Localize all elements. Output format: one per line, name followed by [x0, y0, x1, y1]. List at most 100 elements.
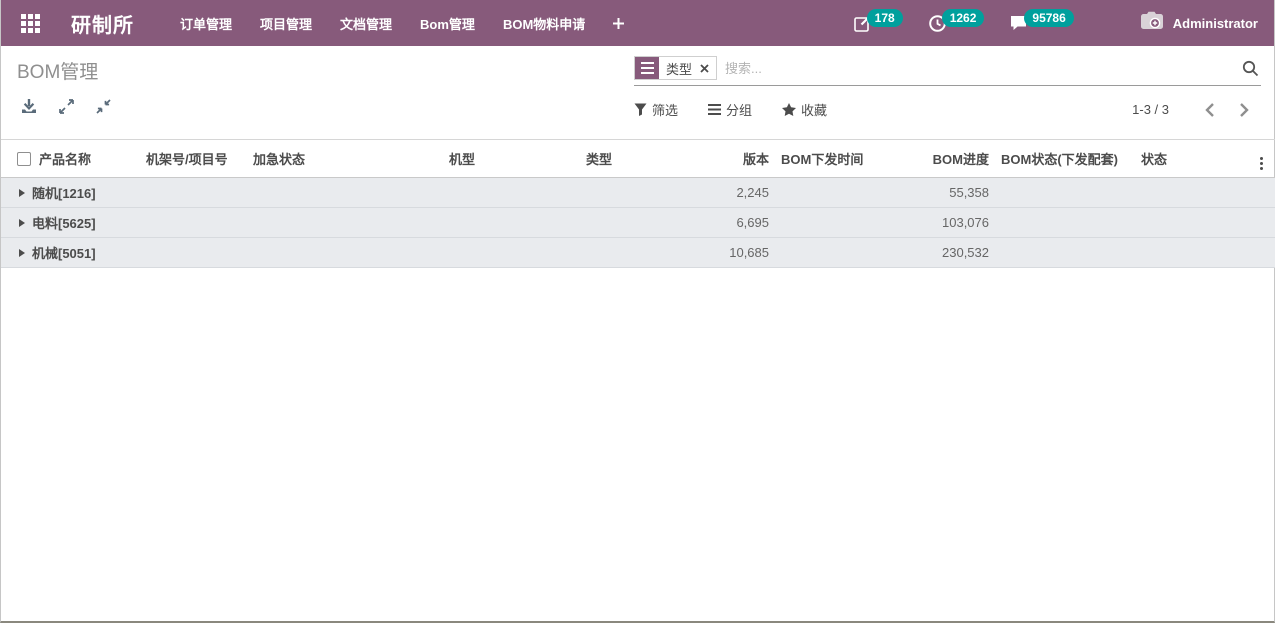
filters-label: 筛选: [652, 100, 678, 119]
chevron-left-icon: [1205, 103, 1215, 117]
group-progress-total: 103,076: [911, 208, 1001, 238]
group-name: 机械[5051]: [1, 243, 706, 262]
search-panel: 类型 筛选: [634, 56, 1261, 119]
select-all-checkbox[interactable]: [17, 152, 31, 166]
column-header-issue-time[interactable]: BOM下发时间: [781, 140, 911, 178]
pager-previous-button[interactable]: [1193, 103, 1227, 117]
app-brand-title[interactable]: 研制所: [71, 9, 134, 38]
facet-remove-button[interactable]: [699, 57, 716, 79]
search-bar: 类型: [634, 56, 1261, 86]
group-issue-time-cell: [781, 238, 911, 268]
activities-notification-button[interactable]: 1262: [929, 9, 985, 37]
group-version-total: 10,685: [706, 238, 781, 268]
avatar-camera-icon: [1140, 11, 1165, 36]
filter-toolbar: 筛选 分组 收藏 1-3 / 3: [634, 100, 1261, 119]
search-submit-button[interactable]: [1242, 60, 1261, 77]
group-row-jixie[interactable]: 机械[5051] 10,685 230,532: [1, 238, 1275, 268]
favorites-button[interactable]: 收藏: [782, 100, 827, 119]
column-header-status[interactable]: 状态: [1141, 140, 1246, 178]
group-bom-status-cell: [1001, 178, 1141, 208]
group-version-total: 2,245: [706, 178, 781, 208]
list-lines-icon: [708, 104, 721, 115]
main-menu: 订单管理 项目管理 文档管理 Bom管理 BOM物料申请: [166, 0, 638, 46]
group-bom-status-cell: [1001, 238, 1141, 268]
expand-all-button[interactable]: [59, 99, 74, 114]
collapse-icon: [96, 99, 111, 114]
bom-list-table: 产品名称 机架号/项目号 加急状态 机型 类型 版本 BOM下发时间 BOM进度…: [1, 139, 1275, 268]
column-header-bom-status[interactable]: BOM状态(下发配套): [1001, 140, 1141, 178]
column-header-version[interactable]: 版本: [706, 140, 781, 178]
pager-range: 1-3 / 3: [1132, 102, 1169, 117]
group-issue-time-cell: [781, 178, 911, 208]
group-row-dianliao[interactable]: 电料[5625] 6,695 103,076: [1, 208, 1275, 238]
ellipsis-vertical-icon: [1260, 157, 1263, 170]
filters-button[interactable]: 筛选: [634, 100, 678, 119]
messages-notification-button[interactable]: 95786: [1010, 9, 1073, 37]
download-icon: [21, 99, 37, 114]
page-title: BOM管理: [17, 57, 98, 84]
groupby-facet-icon: [635, 57, 659, 79]
search-input[interactable]: [725, 61, 1242, 76]
column-header-rack[interactable]: 机架号/项目号: [146, 140, 253, 178]
column-header-progress[interactable]: BOM进度: [911, 140, 1001, 178]
group-progress-total: 55,358: [911, 178, 1001, 208]
funnel-icon: [634, 103, 647, 116]
messages-count-badge: 95786: [1024, 9, 1073, 27]
user-name: Administrator: [1173, 16, 1258, 31]
groupby-button[interactable]: 分组: [708, 100, 752, 119]
collapse-all-button[interactable]: [96, 99, 111, 114]
select-all-checkbox-cell: [1, 140, 39, 178]
menu-item-document-management[interactable]: 文档管理: [326, 0, 406, 46]
group-status-cell: [1141, 178, 1246, 208]
menu-item-bom-management[interactable]: Bom管理: [406, 0, 489, 46]
close-icon: [700, 64, 709, 73]
activities-count-badge: 1262: [942, 9, 985, 27]
column-header-product[interactable]: 产品名称: [39, 140, 146, 178]
plus-icon: [613, 18, 624, 29]
control-panel: BOM管理 类型: [1, 46, 1274, 139]
group-row-suiji[interactable]: 随机[1216] 2,245 55,358: [1, 178, 1275, 208]
favorites-label: 收藏: [801, 100, 827, 119]
notes-notification-button[interactable]: 178: [854, 9, 903, 37]
group-name: 电料[5625]: [1, 213, 706, 232]
group-status-cell: [1141, 208, 1246, 238]
caret-right-icon: [19, 189, 25, 197]
menu-item-bom-material-request[interactable]: BOM物料申请: [489, 0, 599, 46]
group-progress-total: 230,532: [911, 238, 1001, 268]
search-facet-type: 类型: [634, 56, 717, 80]
expand-icon: [59, 99, 74, 114]
apps-grid-icon[interactable]: [17, 10, 43, 36]
notes-count-badge: 178: [867, 9, 903, 27]
column-header-type[interactable]: 类型: [586, 140, 706, 178]
caret-right-icon: [19, 249, 25, 257]
menu-item-project-management[interactable]: 项目管理: [246, 0, 326, 46]
chevron-right-icon: [1239, 103, 1249, 117]
column-header-model[interactable]: 机型: [449, 140, 586, 178]
view-action-buttons: [21, 99, 111, 114]
optional-columns-button[interactable]: [1246, 140, 1275, 178]
navbar-right: 178 1262 95786: [854, 9, 1258, 37]
pager-next-button[interactable]: [1227, 103, 1261, 117]
group-status-cell: [1141, 238, 1246, 268]
grid-icon: [21, 14, 40, 33]
menu-item-order-management[interactable]: 订单管理: [166, 0, 246, 46]
top-navbar: 研制所 订单管理 项目管理 文档管理 Bom管理 BOM物料申请 178: [1, 0, 1274, 46]
pager: 1-3 / 3: [1132, 102, 1261, 117]
star-icon: [782, 103, 796, 116]
group-bom-status-cell: [1001, 208, 1141, 238]
group-menu-cell: [1246, 178, 1275, 208]
group-menu-cell: [1246, 208, 1275, 238]
table-header-row: 产品名称 机架号/项目号 加急状态 机型 类型 版本 BOM下发时间 BOM进度…: [1, 140, 1275, 178]
export-download-button[interactable]: [21, 99, 37, 114]
group-menu-cell: [1246, 238, 1275, 268]
add-menu-button[interactable]: [599, 0, 638, 46]
column-header-urgent[interactable]: 加急状态: [253, 140, 449, 178]
caret-right-icon: [19, 219, 25, 227]
facet-label: 类型: [659, 57, 699, 79]
group-version-total: 6,695: [706, 208, 781, 238]
group-issue-time-cell: [781, 208, 911, 238]
group-name: 随机[1216]: [1, 183, 706, 202]
groupby-label: 分组: [726, 100, 752, 119]
user-menu[interactable]: Administrator: [1140, 11, 1258, 36]
search-icon: [1242, 60, 1259, 77]
